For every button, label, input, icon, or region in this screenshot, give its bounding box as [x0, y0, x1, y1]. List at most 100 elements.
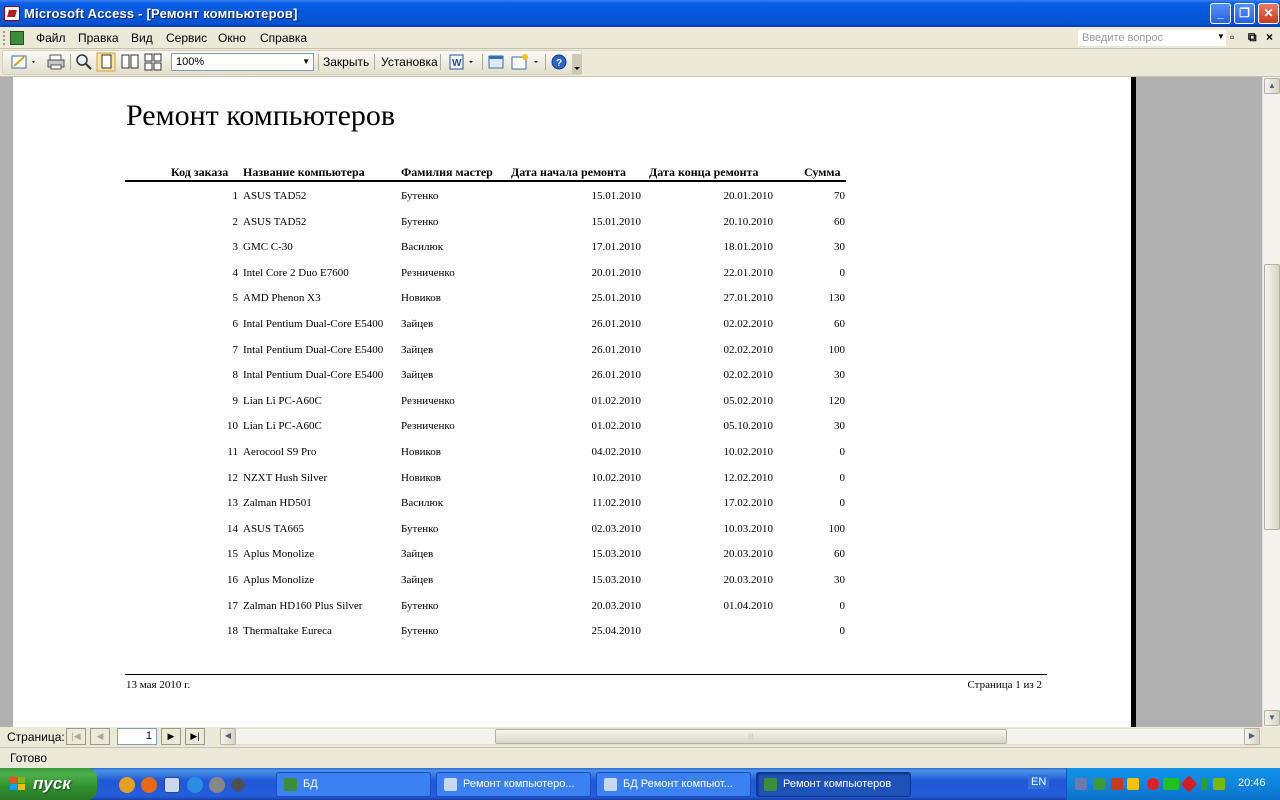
- previous-page-button[interactable]: ◀: [90, 728, 110, 745]
- cell-end-date: 20.01.2010: [723, 190, 774, 202]
- zoom-select[interactable]: 100% ▼: [171, 53, 314, 71]
- nvidia-icon[interactable]: [1213, 778, 1225, 790]
- menu-edit[interactable]: Правка: [78, 31, 119, 45]
- table-row: 1 ASUS TAD52 Бутенко 15.01.2010 20.01.2010 70: [13, 190, 913, 210]
- mdi-restore-button[interactable]: ▫: [1230, 30, 1234, 44]
- cell-start-date: 15.01.2010: [591, 215, 642, 228]
- vertical-scrollbar[interactable]: ▲ ▼: [1262, 77, 1280, 727]
- taskbar-task-db-report[interactable]: БД Ремонт компьют...: [596, 772, 751, 797]
- cell-computer-name: Intal Pentium Dual-Core E5400: [243, 318, 384, 330]
- menu-window[interactable]: Окно: [218, 31, 246, 45]
- print-preview-toolbar: 100% ▼ Закрыть Установка W ?: [0, 49, 1280, 77]
- minimize-button[interactable]: _: [1210, 3, 1231, 24]
- page-number-input[interactable]: 1: [117, 728, 157, 745]
- taskbar-task-report-1[interactable]: Ремонт компьютеро...: [436, 772, 591, 797]
- column-header-order-id: Код заказа: [171, 165, 229, 179]
- office-links-button[interactable]: W: [448, 52, 478, 72]
- language-indicator[interactable]: EN: [1028, 775, 1050, 789]
- one-page-button[interactable]: [96, 52, 116, 72]
- column-header-end-date: Дата конца ремонта: [649, 165, 759, 179]
- cell-start-date: 15.03.2010: [591, 548, 642, 561]
- save-disk-icon[interactable]: [164, 777, 180, 793]
- tray-indicator-icon[interactable]: [1201, 778, 1207, 790]
- cell-master: Василюк: [401, 241, 444, 254]
- toolbar-options-button[interactable]: [572, 54, 582, 74]
- cell-order-id: 12: [227, 471, 238, 484]
- cell-order-id: 6: [232, 318, 239, 330]
- new-object-button[interactable]: [510, 52, 542, 72]
- cell-end-date: 22.01.2010: [723, 266, 774, 279]
- scroll-down-button[interactable]: ▼: [1264, 710, 1280, 726]
- mdi-maximize-button[interactable]: ⧉: [1248, 30, 1257, 45]
- cell-master: Новиков: [401, 446, 442, 458]
- cell-end-date: 20.03.2010: [723, 574, 774, 586]
- cell-sum: 130: [828, 292, 846, 305]
- table-row: 12 NZXT Hush Silver Новиков 10.02.2010 12.02…: [13, 472, 913, 492]
- start-label: пуск: [33, 774, 71, 793]
- cell-master: Бутенко: [401, 625, 439, 638]
- vertical-scroll-thumb[interactable]: [1264, 264, 1280, 530]
- cell-end-date: 05.10.2010: [723, 420, 774, 433]
- settings-icon[interactable]: [209, 777, 225, 793]
- scroll-left-button[interactable]: ◀: [220, 728, 236, 745]
- next-page-button[interactable]: ▶: [161, 728, 181, 745]
- scroll-up-button[interactable]: ▲: [1264, 78, 1280, 94]
- taskbar-task-label: БД: [303, 778, 318, 790]
- cell-order-id: 5: [232, 292, 239, 305]
- ask-question-input[interactable]: Введите вопрос: [1078, 30, 1226, 46]
- first-page-button[interactable]: |◀: [66, 728, 86, 745]
- cell-order-id: 15: [227, 548, 238, 561]
- taskbar-task-db[interactable]: БД: [276, 772, 431, 797]
- menu-file[interactable]: Файл: [36, 31, 66, 45]
- restore-button[interactable]: ❐: [1234, 3, 1255, 24]
- multiple-pages-button[interactable]: [143, 52, 163, 72]
- taskbar-task-label: Ремонт компьютеров: [783, 778, 892, 790]
- menubar-grip[interactable]: [3, 31, 6, 45]
- cell-start-date: 04.02.2010: [591, 446, 642, 458]
- mdi-close-button[interactable]: ×: [1266, 30, 1273, 44]
- tray-shield-icon[interactable]: [1111, 778, 1123, 790]
- zoom-button[interactable]: [74, 52, 94, 72]
- two-pages-button[interactable]: [120, 52, 140, 72]
- ask-dropdown-icon[interactable]: ▼: [1217, 32, 1225, 41]
- cell-master: Новиков: [401, 471, 442, 484]
- database-window-button[interactable]: [487, 52, 507, 72]
- taskbar-task-active[interactable]: Ремонт компьютеров: [756, 772, 911, 797]
- network-icon[interactable]: [1075, 778, 1087, 790]
- page-setup-button[interactable]: Установка: [381, 55, 438, 69]
- quicklaunch-diamond-icon[interactable]: [229, 776, 247, 794]
- database-window-icon: [488, 55, 504, 69]
- antivirus-icon[interactable]: [1147, 778, 1159, 790]
- start-button[interactable]: пуск: [0, 768, 97, 800]
- update-icon[interactable]: [1180, 775, 1198, 793]
- firefox-icon[interactable]: [141, 777, 157, 793]
- document-icon[interactable]: [10, 31, 24, 45]
- tray-app-icon[interactable]: [1093, 778, 1105, 790]
- scroll-right-button[interactable]: ▶: [1244, 728, 1260, 745]
- toolbar-separator: [482, 54, 483, 70]
- quicklaunch-app-icon[interactable]: [119, 777, 135, 793]
- menu-help[interactable]: Справка: [260, 31, 307, 45]
- status-text: Готово: [10, 751, 48, 765]
- zoom-value: 100%: [176, 56, 205, 68]
- table-row: 17 Zalman HD160 Plus Silver Бутенко 20.03.2…: [13, 600, 913, 620]
- horizontal-scroll-thumb[interactable]: ⦙⦙⦙: [495, 729, 1007, 744]
- battery-icon[interactable]: [1163, 778, 1179, 790]
- menu-tools[interactable]: Сервис: [166, 31, 207, 45]
- close-window-button[interactable]: ✕: [1258, 3, 1279, 24]
- cell-computer-name: NZXT Hush Silver: [243, 471, 328, 484]
- cell-master: Резниченко: [401, 420, 455, 433]
- close-preview-button[interactable]: Закрыть: [323, 55, 369, 69]
- toolbar-separator: [70, 54, 71, 70]
- design-view-button[interactable]: [10, 52, 38, 72]
- access-app-icon[interactable]: [4, 6, 20, 21]
- internet-explorer-icon[interactable]: [187, 777, 203, 793]
- print-button[interactable]: [46, 52, 66, 72]
- cell-computer-name: Aerocool S9 Pro: [243, 446, 317, 458]
- help-button[interactable]: ?: [550, 52, 570, 72]
- volume-icon[interactable]: [1127, 778, 1139, 790]
- last-page-button[interactable]: ▶|: [185, 728, 205, 745]
- menu-view[interactable]: Вид: [131, 31, 153, 45]
- horizontal-scrollbar[interactable]: ◀ ⦙⦙⦙ ▶: [220, 728, 1262, 745]
- cell-computer-name: Lian Li PC-A60C: [243, 420, 322, 433]
